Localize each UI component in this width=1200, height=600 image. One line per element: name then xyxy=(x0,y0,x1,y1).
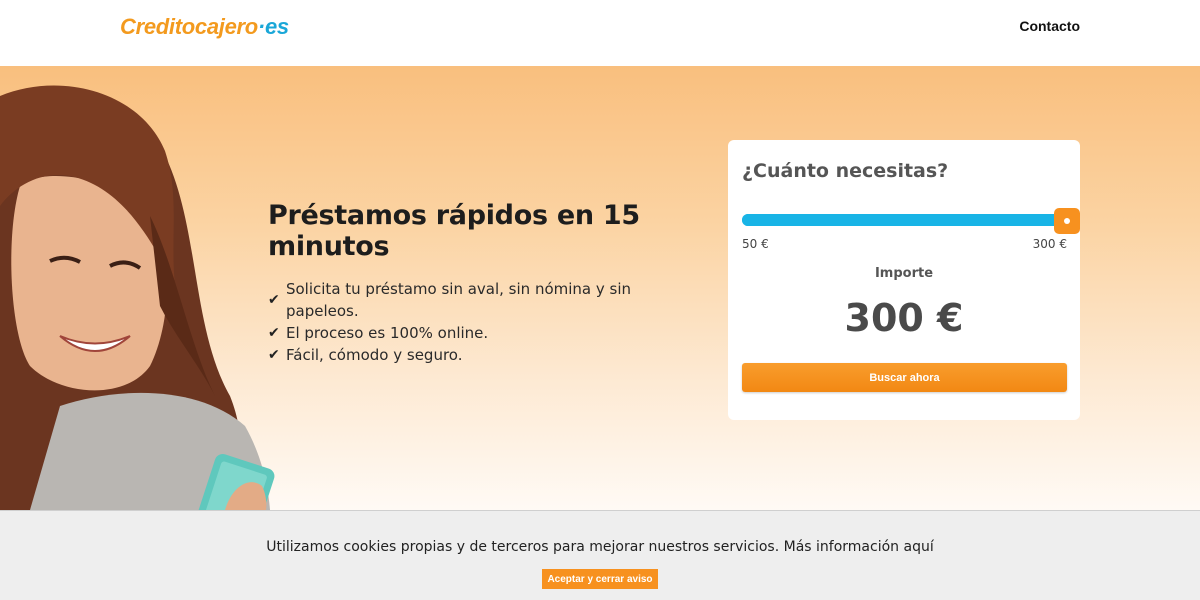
site-logo[interactable]: Creditocajero·es xyxy=(120,14,289,40)
amount-slider[interactable] xyxy=(742,208,1080,234)
check-icon: ✔ xyxy=(268,347,280,363)
slider-fill xyxy=(742,214,1067,226)
cookie-banner: Utilizamos cookies propias y de terceros… xyxy=(0,510,1200,600)
feature-list: ✔ Solicita tu préstamo sin aval, sin nóm… xyxy=(268,278,708,366)
logo-text-main: Creditocajero xyxy=(120,14,258,39)
feature-item: ✔ El proceso es 100% online. xyxy=(268,322,708,344)
loan-calculator-card: ¿Cuánto necesitas? 50 € 300 € Importe 30… xyxy=(728,140,1080,420)
hero-copy: Préstamos rápidos en 15 minutos ✔ Solici… xyxy=(268,200,708,366)
calculator-title: ¿Cuánto necesitas? xyxy=(742,160,949,182)
hero-photo-woman xyxy=(0,85,275,510)
site-header: Creditocajero·es Contacto xyxy=(0,0,1200,66)
check-icon: ✔ xyxy=(268,325,280,341)
logo-text-tld: ·es xyxy=(257,14,289,39)
feature-text: Solicita tu préstamo sin aval, sin nómin… xyxy=(285,280,632,320)
feature-item: ✔ Fácil, cómodo y seguro. xyxy=(268,344,708,366)
amount-value: 300 € xyxy=(844,296,964,340)
slider-max-label: 300 € xyxy=(1032,237,1067,251)
hero-section: Préstamos rápidos en 15 minutos ✔ Solici… xyxy=(0,66,1200,510)
cookie-text: Utilizamos cookies propias y de terceros… xyxy=(266,539,780,555)
nav-contact-link[interactable]: Contacto xyxy=(1019,18,1080,34)
accept-cookies-button[interactable]: Aceptar y cerrar aviso xyxy=(542,569,658,589)
slider-handle[interactable] xyxy=(1054,208,1080,234)
slider-min-label: 50 € xyxy=(742,237,769,251)
feature-item: ✔ Solicita tu préstamo sin aval, sin nóm… xyxy=(268,278,708,322)
hero-title: Préstamos rápidos en 15 minutos xyxy=(268,200,640,262)
check-icon: ✔ xyxy=(268,292,280,308)
feature-text: Fácil, cómodo y seguro. xyxy=(286,346,463,364)
cookie-message: Utilizamos cookies propias y de terceros… xyxy=(0,539,1200,555)
feature-text: El proceso es 100% online. xyxy=(286,324,489,342)
search-now-button[interactable]: Buscar ahora xyxy=(742,363,1067,392)
cookie-more-info-link[interactable]: Más información aquí xyxy=(784,539,934,555)
amount-label: Importe xyxy=(874,266,934,281)
